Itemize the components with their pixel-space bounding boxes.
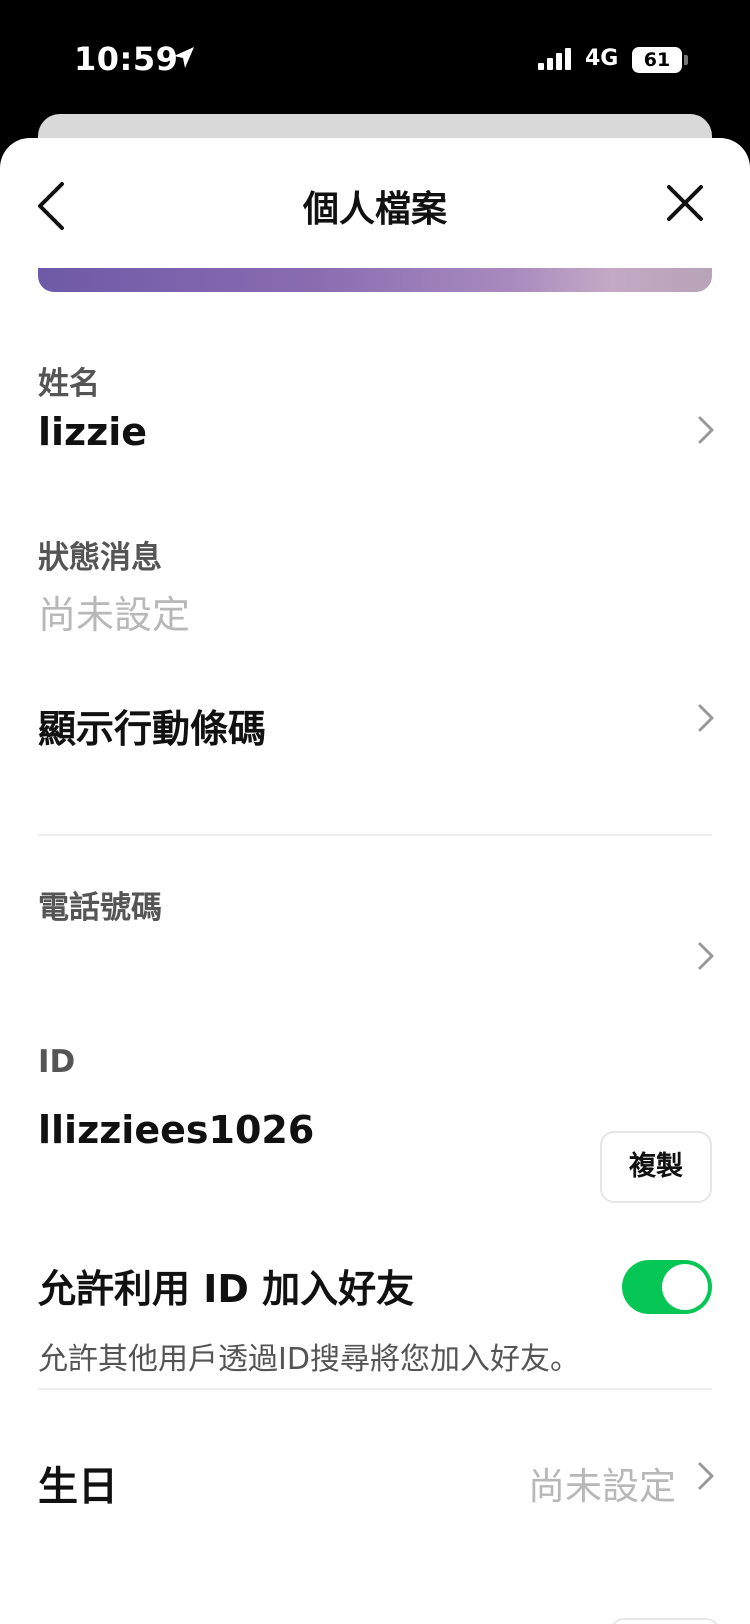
status-bar: 10:59 4G 61 <box>0 0 750 120</box>
birthday-value[interactable]: 尚未設定 <box>528 1456 676 1510</box>
chevron-right-icon[interactable] <box>696 1460 716 1492</box>
id-value: llizziees1026 <box>38 1108 315 1152</box>
profile-cover-image <box>38 268 712 292</box>
phone-label: 電話號碼 <box>38 890 162 926</box>
name-label: 姓名 <box>38 366 100 402</box>
close-button[interactable] <box>660 178 710 228</box>
next-row-button-edge <box>610 1618 720 1624</box>
battery-cap <box>684 55 688 65</box>
location-arrow-icon <box>174 47 194 68</box>
status-message-value[interactable]: 尚未設定 <box>38 584 190 639</box>
chevron-right-icon[interactable] <box>696 414 716 446</box>
allow-id-add-description: 允許其他用戶透過ID搜尋將您加入好友。 <box>38 1342 580 1377</box>
profile-sheet: 個人檔案 姓名 lizzie 狀態消息 尚未設定 顯示行動條碼 電話號碼 ID … <box>0 138 750 1624</box>
section-divider <box>38 1388 712 1390</box>
show-barcode-link[interactable]: 顯示行動條碼 <box>38 698 266 753</box>
chevron-right-icon[interactable] <box>696 940 716 972</box>
section-divider <box>38 834 712 836</box>
chevron-right-icon[interactable] <box>696 702 716 734</box>
id-label: ID <box>38 1044 76 1080</box>
copy-id-button[interactable]: 複製 <box>600 1131 712 1203</box>
battery-icon: 61 <box>632 47 682 73</box>
toggle-knob <box>662 1264 708 1310</box>
navigation-header: 個人檔案 <box>0 138 750 268</box>
status-time: 10:59 <box>74 40 179 78</box>
close-icon <box>667 185 703 221</box>
network-type-label: 4G <box>585 46 619 71</box>
page-title: 個人檔案 <box>302 189 447 230</box>
birthday-label[interactable]: 生日 <box>38 1454 118 1512</box>
status-message-label: 狀態消息 <box>38 540 162 576</box>
allow-id-add-toggle[interactable] <box>622 1260 712 1314</box>
cellular-signal-icon <box>538 48 571 70</box>
name-value[interactable]: lizzie <box>38 410 147 454</box>
allow-id-add-label: 允許利用 ID 加入好友 <box>38 1267 415 1311</box>
